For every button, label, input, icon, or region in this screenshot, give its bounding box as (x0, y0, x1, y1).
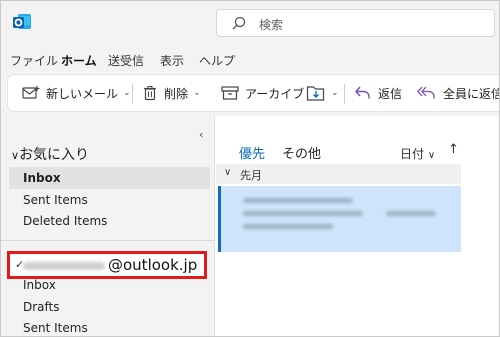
chevron-down-icon: ∨ (224, 167, 232, 178)
favorites-header[interactable]: ∨お気に入り (11, 144, 89, 164)
tab-help[interactable]: ヘルプ (199, 52, 235, 69)
archive-button[interactable]: アーカイブ (221, 75, 304, 111)
search-icon (232, 16, 246, 30)
reply-label: 返信 (378, 86, 403, 101)
blurred-preview (243, 224, 333, 229)
account-domain: @outlook.jp (108, 256, 198, 274)
archive-label: アーカイブ (245, 86, 305, 101)
sort-by-label: 日付 (400, 147, 425, 161)
folder-pane: ‹ ∨お気に入り Inbox Sent Items Deleted Items … (1, 116, 215, 336)
account-sent-items[interactable]: Sent Items (9, 317, 210, 336)
new-mail-label: 新しいメール (46, 86, 119, 101)
move-to-folder-icon (306, 86, 325, 101)
title-bar: 検索 (1, 1, 499, 45)
reply-all-icon (417, 86, 435, 99)
chevron-down-icon[interactable]: ⌄ (193, 88, 201, 98)
new-mail-icon (22, 86, 40, 99)
group-header[interactable]: ∨ 先月 (216, 164, 461, 184)
trash-icon (144, 86, 156, 101)
search-placeholder: 検索 (259, 18, 284, 32)
outlook-window: 検索 ファイル ホーム 送受信 表示 ヘルプ 新しいメール ⌄ 削除 ⌄ アーカ… (0, 0, 500, 337)
delete-button[interactable]: 削除 ⌄ (142, 75, 201, 111)
tab-home[interactable]: ホーム (61, 52, 97, 75)
blurred-date (386, 211, 436, 216)
ribbon-area: 新しいメール ⌄ 削除 ⌄ アーカイブ ⌄ 返信 全員に返信 (1, 71, 500, 116)
blurred-account-name (23, 262, 105, 270)
tab-focused[interactable]: 優先 (239, 143, 266, 167)
nav-divider (1, 240, 215, 241)
chevron-down-icon: ∨ (427, 150, 436, 161)
chevron-down-icon: ∨ (11, 149, 20, 162)
tab-other[interactable]: その他 (282, 143, 321, 162)
reply-all-label: 全員に返信 (443, 86, 500, 101)
sort-by-button[interactable]: 日付 ∨ (400, 145, 435, 162)
tab-file[interactable]: ファイル (10, 52, 58, 69)
ribbon-divider (344, 84, 345, 104)
move-to-button[interactable]: ⌄ (306, 75, 339, 111)
chevron-down-icon[interactable]: ⌄ (331, 88, 339, 98)
favorites-label: お気に入り (19, 147, 90, 163)
account-drafts[interactable]: Drafts (9, 296, 210, 318)
reply-button[interactable]: 返信 (354, 75, 402, 111)
favorite-inbox[interactable]: Inbox (9, 167, 210, 189)
message-list: 優先 その他 日付 ∨ ↑ ∨ 先月 (216, 116, 499, 336)
collapse-pane-icon[interactable]: ‹ (199, 128, 203, 141)
search-box[interactable]: 検索 (216, 9, 495, 37)
reply-icon (355, 86, 370, 99)
group-label: 先月 (240, 169, 262, 182)
blurred-subject (243, 211, 363, 216)
blurred-sender (243, 198, 353, 203)
ribbon: 新しいメール ⌄ 削除 ⌄ アーカイブ ⌄ 返信 全員に返信 (8, 75, 500, 111)
chevron-down-icon[interactable]: ⌄ (123, 88, 131, 98)
favorite-deleted-items[interactable]: Deleted Items (9, 210, 210, 232)
tab-view[interactable]: 表示 (160, 52, 184, 69)
outlook-app-icon (13, 14, 31, 29)
delete-label: 削除 (164, 86, 189, 101)
ribbon-divider (132, 84, 133, 104)
message-item[interactable] (218, 186, 461, 252)
sort-direction-icon[interactable]: ↑ (448, 142, 459, 157)
account-header-highlight[interactable]: ✓ @outlook.jp (7, 251, 207, 279)
menu-bar: ファイル ホーム 送受信 表示 ヘルプ (1, 45, 499, 75)
new-mail-button[interactable]: 新しいメール ⌄ (22, 75, 131, 111)
tab-send-receive[interactable]: 送受信 (108, 52, 144, 69)
archive-icon (221, 86, 239, 100)
favorite-sent-items[interactable]: Sent Items (9, 189, 210, 211)
reply-all-button[interactable]: 全員に返信 (417, 75, 500, 111)
